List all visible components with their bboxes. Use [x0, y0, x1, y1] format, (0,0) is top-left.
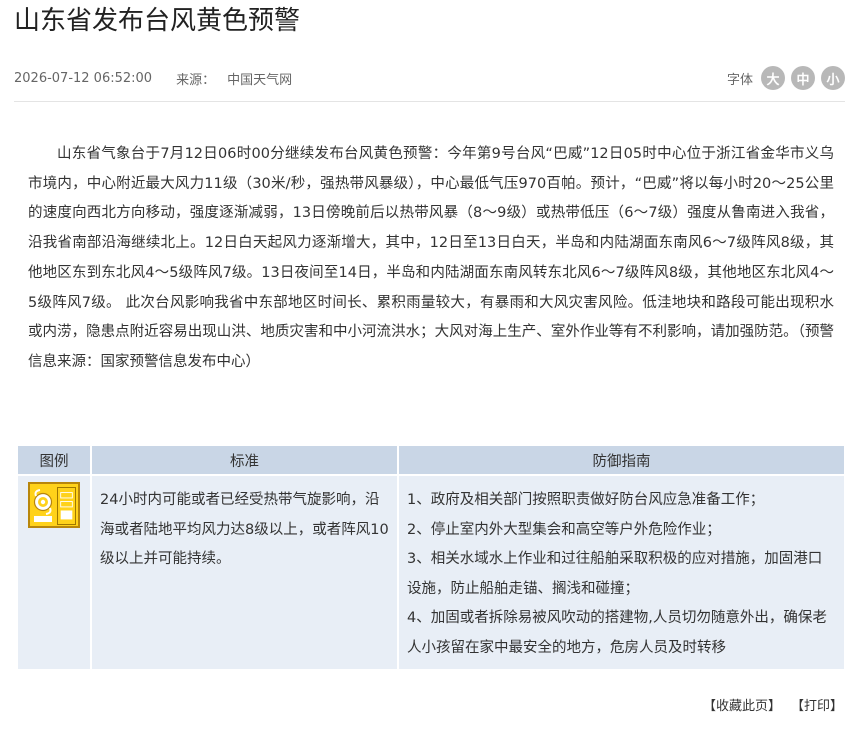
- favorite-link[interactable]: 【收藏此页】: [703, 695, 781, 714]
- guide-cell: 1、政府及相关部门按照职责做好防台风应急准备工作； 2、停止室内外大型集会和高空…: [397, 474, 846, 671]
- title-divider: [14, 101, 845, 102]
- guide-item: 3、相关水域水上作业和过往船舶采取积极的应对措施，加固港口设施，防止船舶走锚、搁…: [407, 551, 823, 597]
- typhoon-symbol-icon: [33, 489, 53, 522]
- article-title: 山东省发布台风黄色预警: [14, 6, 301, 36]
- print-link[interactable]: 【打印】: [791, 695, 843, 714]
- header-guide: 防御指南: [397, 444, 846, 476]
- article-body: 山东省气象台于7月12日06时00分继续发布台风黄色预警：今年第9号台风“巴威”…: [28, 146, 834, 370]
- guide-item: 1、政府及相关部门按照职责做好防台风应急准备工作；: [407, 492, 765, 508]
- table-header-row: 图例 标准 防御指南: [16, 444, 846, 476]
- table-row: 24小时内可能或者已经受热带气旋影响，沿海或者陆地平均风力达8级以上，或者阵风1…: [16, 474, 846, 671]
- publish-date: 2026-07-12 06:52:00: [14, 70, 153, 86]
- font-large-button[interactable]: 大: [761, 66, 785, 90]
- font-size-switcher: 字体 大 中 小: [727, 66, 845, 90]
- article-meta: 2026-07-12 06:52:00 来源： 中国天气网 字体 大 中 小: [14, 64, 845, 92]
- warning-table: 图例 标准 防御指南 24小时内可能或者已经受热带气旋影响，沿海或者陆地平均风力…: [16, 444, 846, 671]
- guide-item: 4、加固或者拆除易被风吹动的搭建物,人员切勿随意外出，确保老人小孩留在家中最安全…: [407, 610, 827, 656]
- guide-item: 2、停止室内外大型集会和高空等户外危险作业；: [407, 521, 721, 538]
- standard-cell: 24小时内可能或者已经受热带气旋影响，沿海或者陆地平均风力达8级以上，或者阵风1…: [90, 474, 399, 671]
- warning-stamp-icon: [57, 487, 76, 525]
- source-label: 来源：: [176, 72, 216, 88]
- source-name: 中国天气网: [227, 72, 293, 88]
- font-small-button[interactable]: 小: [821, 66, 845, 90]
- font-size-label: 字体: [726, 72, 753, 88]
- font-medium-button[interactable]: 中: [791, 66, 815, 90]
- header-standard: 标准: [90, 444, 399, 476]
- header-legend: 图例: [16, 444, 92, 476]
- typhoon-yellow-warning-icon: [28, 482, 80, 528]
- legend-cell: [16, 474, 92, 671]
- page-actions: 【收藏此页】 【打印】: [703, 695, 843, 714]
